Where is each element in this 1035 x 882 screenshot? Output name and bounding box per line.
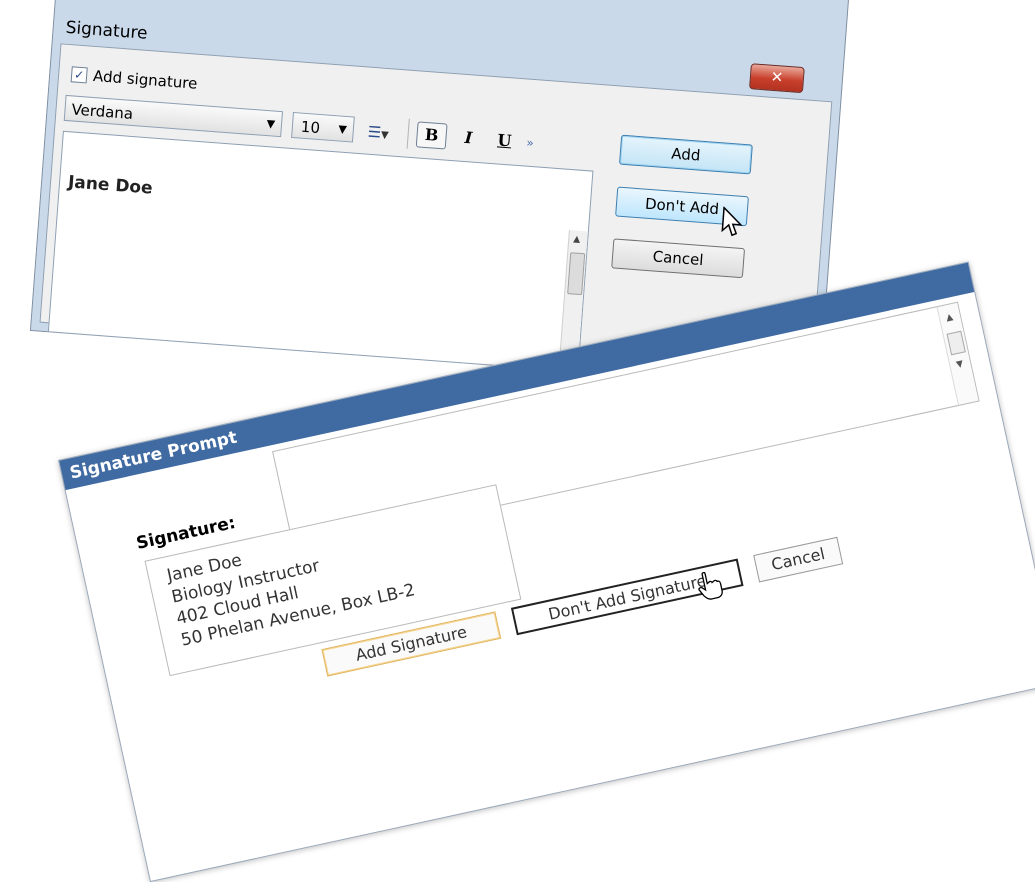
scroll-thumb[interactable] — [946, 330, 966, 356]
chevron-down-icon: ▼ — [337, 122, 348, 137]
signature-prompt-dialog: Signature Prompt ▲ ▼ Signature: Jane Doe… — [58, 261, 1035, 882]
scroll-up-icon[interactable]: ▲ — [573, 234, 581, 244]
scroll-up-icon[interactable]: ▲ — [945, 312, 954, 323]
add-signature-option[interactable]: ✓ Add signature — [71, 65, 198, 92]
font-family-select[interactable]: Verdana ▼ — [64, 95, 283, 137]
italic-button[interactable]: I — [454, 125, 484, 151]
scroll-down-icon[interactable]: ▼ — [955, 359, 964, 370]
dialog-title: Signature — [64, 17, 149, 44]
font-size-select[interactable]: 10 ▼ — [291, 112, 355, 143]
font-family-value: Verdana — [70, 100, 134, 123]
textarea-scrollbar[interactable]: ▲ ▼ — [936, 302, 979, 406]
more-options-icon[interactable]: » — [526, 136, 534, 151]
font-size-value: 10 — [300, 117, 321, 138]
add-signature-checkbox[interactable]: ✓ — [71, 66, 88, 83]
bold-button[interactable]: B — [416, 121, 448, 149]
add-signature-label: Add signature — [92, 66, 199, 93]
list-format-button[interactable]: ☰▼ — [367, 120, 405, 147]
arrow-cursor-icon — [721, 206, 745, 238]
close-button[interactable]: ✕ — [749, 63, 805, 93]
format-toolbar: B I U » — [407, 119, 578, 162]
close-icon: ✕ — [770, 67, 784, 87]
scroll-thumb[interactable] — [567, 252, 585, 295]
editor-text: Jane Doe — [67, 172, 154, 199]
add-button[interactable]: Add — [619, 135, 753, 175]
signature-editor[interactable]: Jane Doe ▲ — [48, 131, 594, 372]
cancel-button[interactable]: Cancel — [611, 238, 745, 278]
underline-button[interactable]: U — [490, 128, 520, 154]
cancel-button[interactable]: Cancel — [753, 536, 844, 583]
chevron-down-icon: ▼ — [266, 117, 276, 131]
